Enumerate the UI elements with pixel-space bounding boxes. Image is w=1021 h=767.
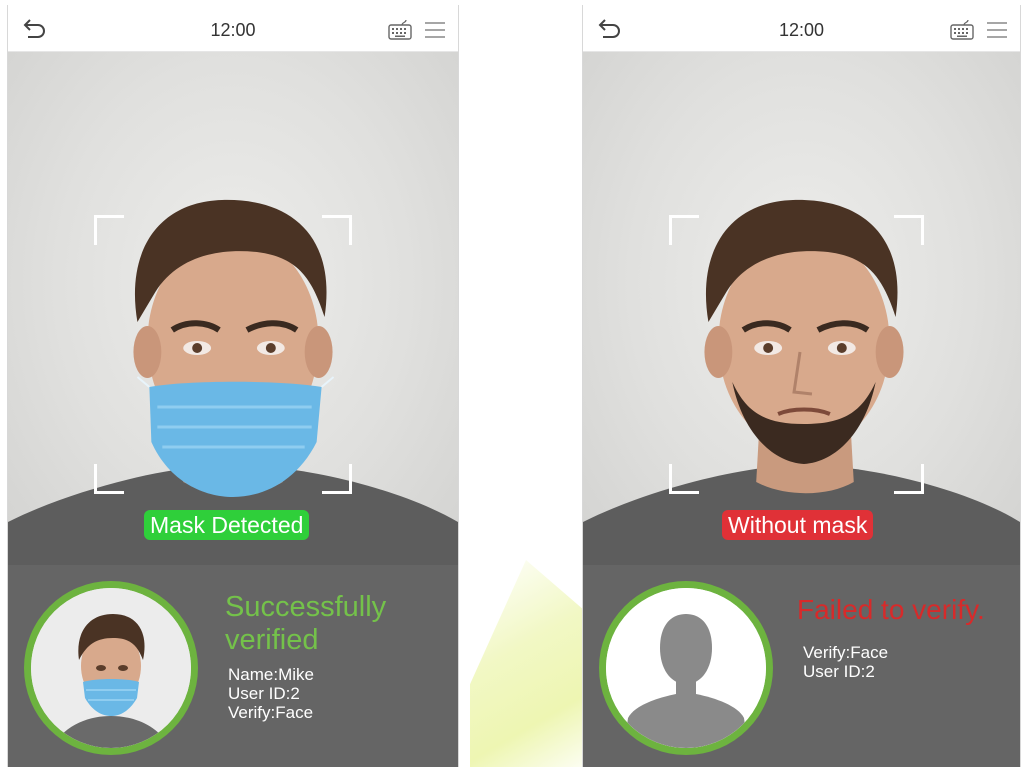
verification-result-panel: Failed to verify. Verify:Face User ID:2 xyxy=(583,565,1020,767)
user-silhouette-icon xyxy=(606,588,766,748)
face-frame-corner-bottom-left xyxy=(669,464,699,494)
camera-preview: Without mask xyxy=(583,52,1020,565)
face-frame-corner-bottom-right xyxy=(322,464,352,494)
user-info: Name:Mike User ID:2 Verify:Face xyxy=(228,665,314,722)
person-with-mask xyxy=(8,199,458,565)
face-frame-corner-top-left xyxy=(94,215,124,245)
status-bar: 12:00 xyxy=(8,5,458,52)
menu-icon[interactable] xyxy=(424,21,446,39)
avatar-photo xyxy=(31,588,191,748)
face-frame-corner-top-left xyxy=(669,215,699,245)
verification-result-title: Successfully verified xyxy=(225,591,387,656)
user-photo-with-mask xyxy=(31,588,191,748)
face-frame-corner-bottom-left xyxy=(94,464,124,494)
mask-status-badge: Without mask xyxy=(722,510,874,540)
user-avatar xyxy=(599,581,773,755)
user-id: User ID:2 xyxy=(228,684,300,703)
user-avatar xyxy=(24,581,198,755)
verification-result-panel: Successfully verified Name:Mike User ID:… xyxy=(8,565,458,767)
mask-status-badge: Mask Detected xyxy=(144,510,310,540)
face-frame-corner-top-right xyxy=(322,215,352,245)
user-name: Name:Mike xyxy=(228,665,314,684)
person-without-mask xyxy=(583,199,1020,565)
menu-icon[interactable] xyxy=(986,21,1008,39)
face-frame-corner-top-right xyxy=(894,215,924,245)
user-info: Verify:Face User ID:2 xyxy=(803,643,888,681)
comparison-page: 12:00 Mask Detected Successfully verifie… xyxy=(0,0,1021,767)
device-screen-without-mask: 12:00 Without mask Failed to verify. Ver… xyxy=(582,5,1021,767)
face-frame-corner-bottom-right xyxy=(894,464,924,494)
device-screen-mask-detected: 12:00 Mask Detected Successfully verifie… xyxy=(7,5,459,767)
avatar-placeholder xyxy=(606,588,766,748)
keyboard-icon[interactable] xyxy=(388,20,412,40)
verification-result-title: Failed to verify. xyxy=(797,594,985,625)
keyboard-icon[interactable] xyxy=(950,20,974,40)
camera-preview: Mask Detected xyxy=(8,52,458,565)
verify-mode: Verify:Face xyxy=(228,703,314,722)
user-id: User ID:2 xyxy=(803,662,875,681)
status-bar: 12:00 xyxy=(583,5,1020,52)
verify-mode: Verify:Face xyxy=(803,643,889,662)
